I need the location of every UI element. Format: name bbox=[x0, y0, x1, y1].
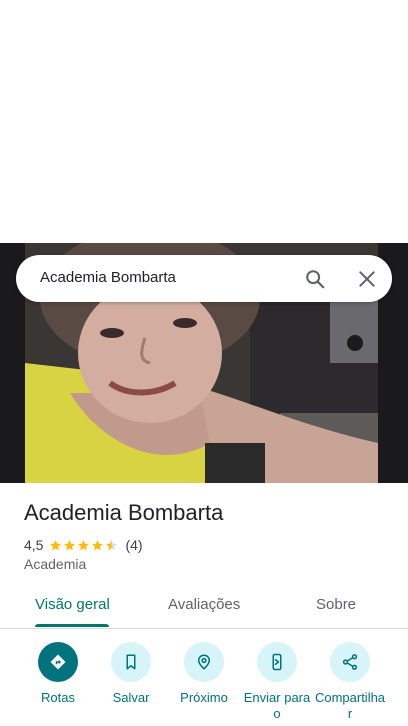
reviews-count[interactable]: (4) bbox=[125, 537, 142, 553]
tab-overview[interactable]: Visão geral bbox=[35, 596, 110, 613]
search-icon[interactable] bbox=[304, 268, 326, 290]
directions-button-circle[interactable] bbox=[38, 642, 78, 682]
nearby-button[interactable]: Próximo bbox=[168, 642, 240, 706]
share-icon bbox=[342, 654, 358, 670]
share-button[interactable]: Compartilhar bbox=[314, 642, 386, 722]
tab-bar: Visão geral Avaliações Sobre bbox=[0, 584, 408, 629]
send-to-phone-button[interactable]: Enviar para o bbox=[241, 642, 313, 722]
place-title: Academia Bombarta bbox=[24, 500, 224, 525]
send-to-phone-icon bbox=[272, 653, 282, 671]
active-tab-indicator bbox=[35, 624, 109, 627]
directions-label: Rotas bbox=[41, 690, 75, 705]
save-button-circle[interactable] bbox=[111, 642, 151, 682]
place-category: Academia bbox=[24, 556, 87, 572]
close-icon[interactable] bbox=[357, 269, 377, 289]
nearby-button-circle[interactable] bbox=[184, 642, 224, 682]
share-button-circle[interactable] bbox=[330, 642, 370, 682]
share-label: Compartilhar bbox=[314, 690, 386, 721]
nearby-icon bbox=[197, 654, 211, 670]
directions-button[interactable]: Rotas bbox=[22, 642, 94, 706]
bookmark-icon bbox=[126, 654, 136, 670]
nearby-label: Próximo bbox=[180, 690, 228, 705]
rating-value: 4,5 bbox=[24, 537, 44, 553]
send-to-phone-button-circle[interactable] bbox=[257, 642, 297, 682]
search-input[interactable]: Academia Bombarta bbox=[40, 269, 176, 286]
search-bar[interactable]: Academia Bombarta bbox=[16, 255, 392, 302]
directions-icon bbox=[50, 654, 66, 670]
tab-about[interactable]: Sobre bbox=[316, 596, 356, 613]
save-label: Salvar bbox=[112, 690, 150, 705]
send-to-phone-label: Enviar para o bbox=[243, 690, 311, 721]
star-full-icon bbox=[78, 539, 90, 550]
map-blank-area bbox=[0, 0, 408, 243]
star-full-icon bbox=[92, 539, 104, 550]
rating-row[interactable]: 4,5 (4) bbox=[24, 536, 143, 554]
star-rating bbox=[49, 539, 119, 552]
star-full-icon bbox=[50, 539, 62, 550]
save-button[interactable]: Salvar bbox=[95, 642, 167, 706]
star-full-icon bbox=[64, 539, 76, 550]
star-half-icon bbox=[106, 539, 118, 550]
tab-reviews[interactable]: Avaliações bbox=[168, 596, 240, 613]
